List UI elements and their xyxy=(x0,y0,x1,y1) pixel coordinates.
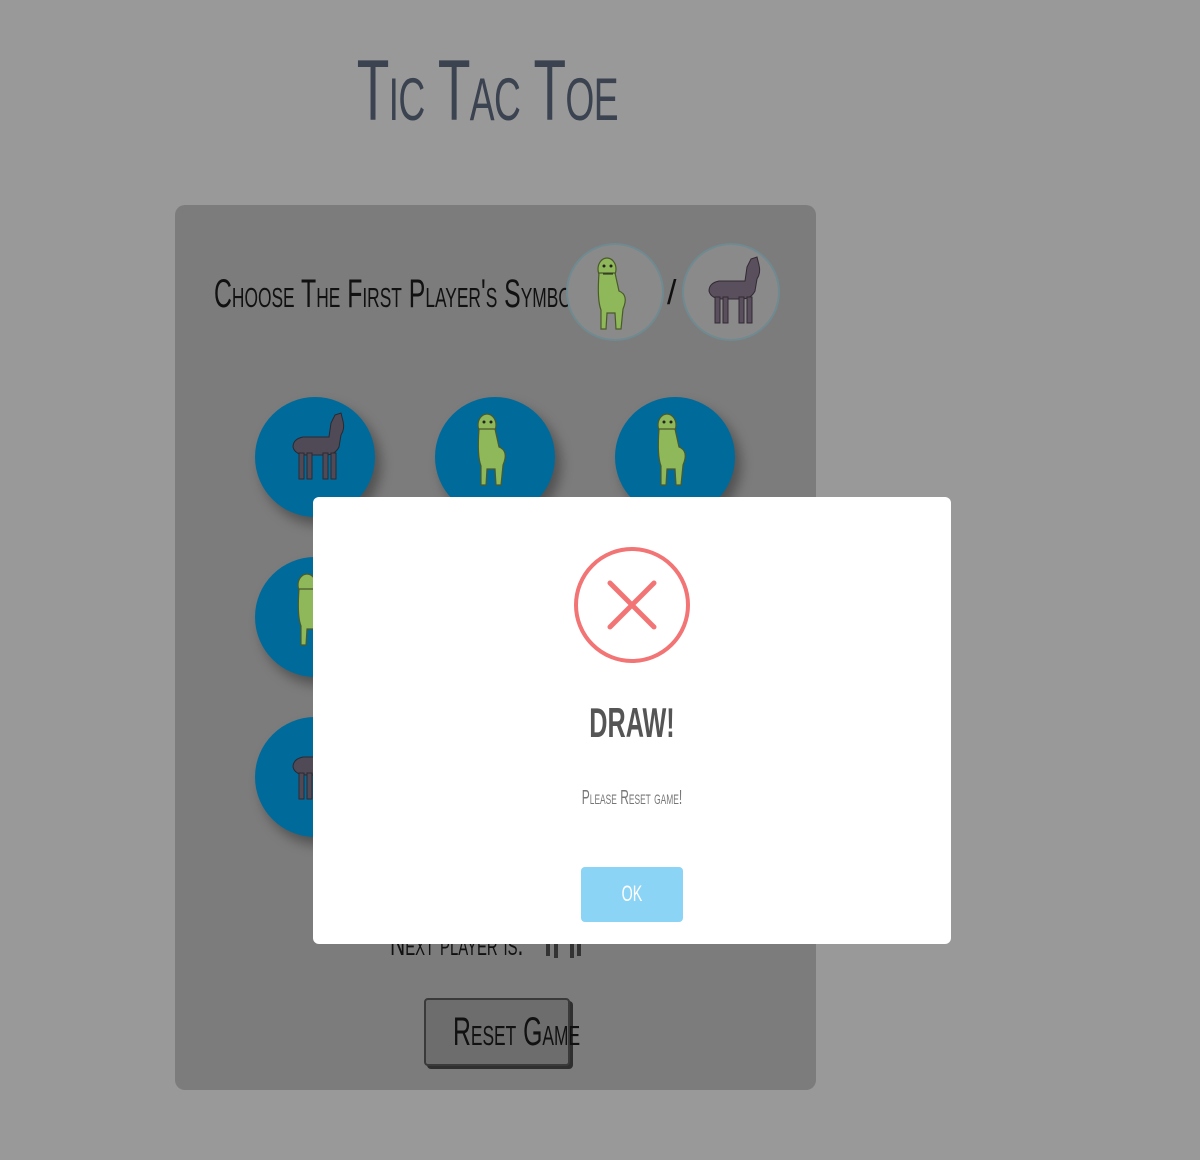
green-llama-icon xyxy=(657,413,686,486)
green-llama-icon xyxy=(597,257,626,330)
ok-button[interactable]: OK xyxy=(581,867,683,922)
reset-game-button[interactable]: Reset Game xyxy=(424,998,581,1066)
ok-label: OK xyxy=(621,881,643,906)
modal-text: Please Reset game! xyxy=(581,787,683,809)
symbol-chooser: Choose The First Player's Symbol / xyxy=(214,245,814,340)
error-x-icon xyxy=(574,547,690,663)
choose-llama-button[interactable] xyxy=(568,245,662,339)
reset-game-label: Reset Game xyxy=(452,1010,581,1054)
chooser-separator: / xyxy=(667,274,677,312)
choose-alpaca-button[interactable] xyxy=(684,245,778,339)
modal-title: DRAW! xyxy=(589,699,675,746)
green-llama-icon xyxy=(477,413,506,486)
alpaca-icon xyxy=(292,412,345,480)
page-title: Tic Tac Toe xyxy=(356,43,619,139)
alpaca-icon xyxy=(708,256,761,324)
chooser-label: Choose The First Player's Symbol xyxy=(214,272,582,316)
draw-modal: DRAW! Please Reset game! OK xyxy=(313,497,951,944)
